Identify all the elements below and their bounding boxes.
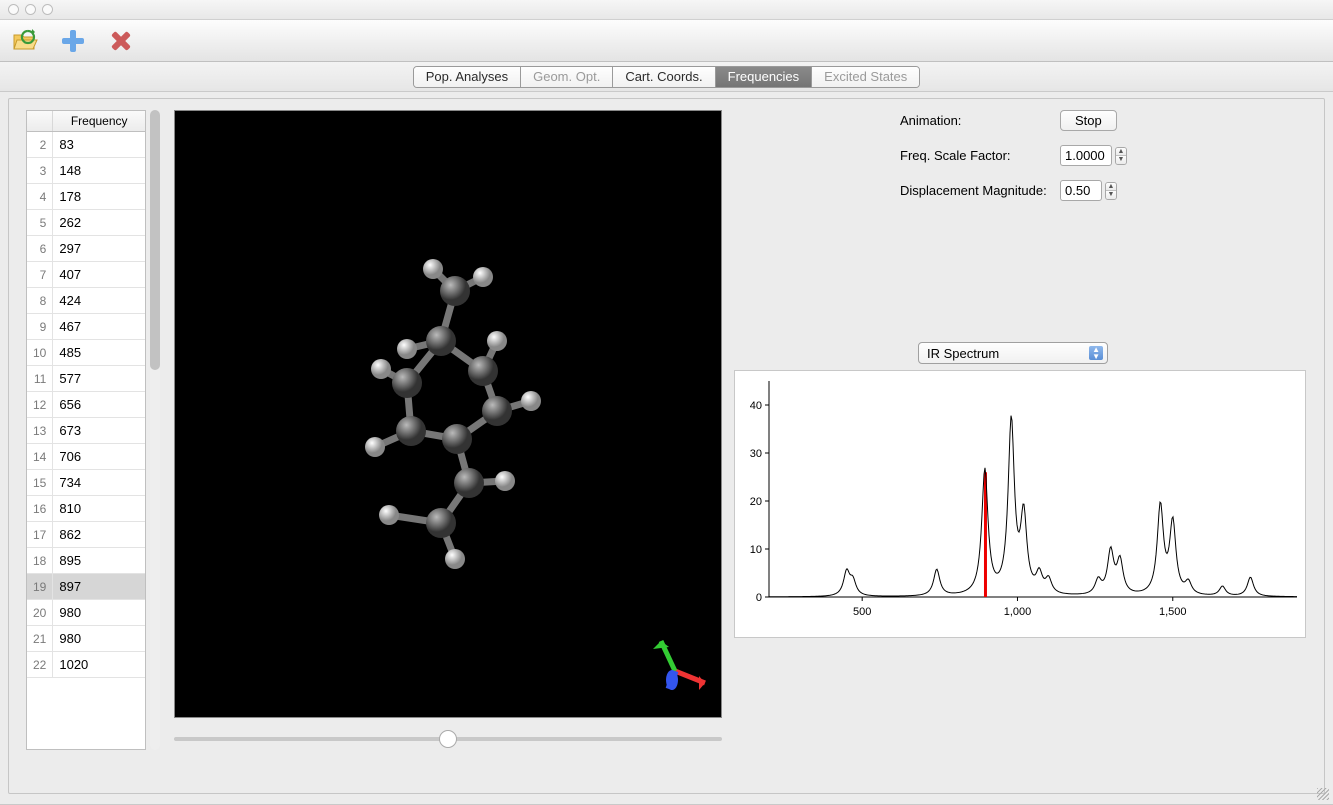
ir-spectrum-chart[interactable]: 0 10 20 30 40 500 1,000 1,500 xyxy=(734,370,1306,638)
tab-frequencies[interactable]: Frequencies xyxy=(716,67,813,87)
svg-text:10: 10 xyxy=(750,544,762,556)
window-minimize-icon[interactable] xyxy=(25,4,36,15)
table-row[interactable]: 18895 xyxy=(27,548,145,574)
table-row[interactable]: 8424 xyxy=(27,288,145,314)
resize-grip-icon[interactable] xyxy=(1317,788,1329,800)
freq-header-value: Frequency xyxy=(53,111,145,132)
table-row[interactable]: 5262 xyxy=(27,210,145,236)
open-file-icon[interactable] xyxy=(10,26,40,56)
table-row[interactable]: 4178 xyxy=(27,184,145,210)
table-row[interactable]: 11577 xyxy=(27,366,145,392)
freq-scale-stepper[interactable]: ▲▼ xyxy=(1115,147,1127,165)
table-row[interactable]: 16810 xyxy=(27,496,145,522)
table-row[interactable]: 19897 xyxy=(27,574,145,600)
window-zoom-icon[interactable] xyxy=(42,4,53,15)
animation-label: Animation: xyxy=(900,113,1060,128)
frequency-scrollbar[interactable] xyxy=(150,110,160,750)
tab-geom-opt-: Geom. Opt. xyxy=(521,67,613,87)
table-row[interactable]: 21980 xyxy=(27,626,145,652)
svg-text:30: 30 xyxy=(750,448,762,460)
table-row[interactable]: 14706 xyxy=(27,444,145,470)
window-close-icon[interactable] xyxy=(8,4,19,15)
add-icon[interactable] xyxy=(58,26,88,56)
table-row[interactable]: 17862 xyxy=(27,522,145,548)
spectrum-select-value: IR Spectrum xyxy=(927,346,999,361)
svg-text:20: 20 xyxy=(750,496,762,508)
tab-pop-analyses[interactable]: Pop. Analyses xyxy=(414,67,521,87)
disp-mag-stepper[interactable]: ▲▼ xyxy=(1105,182,1117,200)
frequency-table[interactable]: Frequency 283314841785262629774078424946… xyxy=(26,110,146,750)
tab-bar: Pop. AnalysesGeom. Opt.Cart. Coords.Freq… xyxy=(0,62,1333,92)
table-row[interactable]: 9467 xyxy=(27,314,145,340)
molecule-viewport[interactable] xyxy=(174,110,722,718)
svg-text:1,500: 1,500 xyxy=(1159,606,1187,618)
tab-excited-states: Excited States xyxy=(812,67,919,87)
disp-mag-input[interactable] xyxy=(1060,180,1102,201)
table-row[interactable]: 7407 xyxy=(27,262,145,288)
spectrum-type-select[interactable]: IR Spectrum ▲▼ xyxy=(918,342,1108,364)
table-row[interactable]: 283 xyxy=(27,132,145,158)
content-panel: Frequency 283314841785262629774078424946… xyxy=(0,92,1333,805)
svg-text:0: 0 xyxy=(756,592,762,604)
table-row[interactable]: 20980 xyxy=(27,600,145,626)
table-row[interactable]: 13673 xyxy=(27,418,145,444)
table-row[interactable]: 6297 xyxy=(27,236,145,262)
toolbar xyxy=(0,20,1333,62)
table-row[interactable]: 10485 xyxy=(27,340,145,366)
close-icon[interactable] xyxy=(106,26,136,56)
table-row[interactable]: 12656 xyxy=(27,392,145,418)
svg-text:500: 500 xyxy=(853,606,871,618)
controls-panel: Animation: Stop Freq. Scale Factor: ▲▼ D… xyxy=(900,110,1300,215)
svg-text:1,000: 1,000 xyxy=(1004,606,1032,618)
freq-header-index xyxy=(27,111,53,132)
disp-mag-label: Displacement Magnitude: xyxy=(900,183,1060,198)
svg-text:40: 40 xyxy=(750,400,762,412)
table-row[interactable]: 221020 xyxy=(27,652,145,678)
freq-scale-input[interactable] xyxy=(1060,145,1112,166)
animation-slider[interactable] xyxy=(174,727,722,751)
animation-stop-button[interactable]: Stop xyxy=(1060,110,1117,131)
freq-scale-label: Freq. Scale Factor: xyxy=(900,148,1060,163)
table-row[interactable]: 15734 xyxy=(27,470,145,496)
table-row[interactable]: 3148 xyxy=(27,158,145,184)
window-titlebar xyxy=(0,0,1333,20)
tab-cart-coords-[interactable]: Cart. Coords. xyxy=(613,67,715,87)
